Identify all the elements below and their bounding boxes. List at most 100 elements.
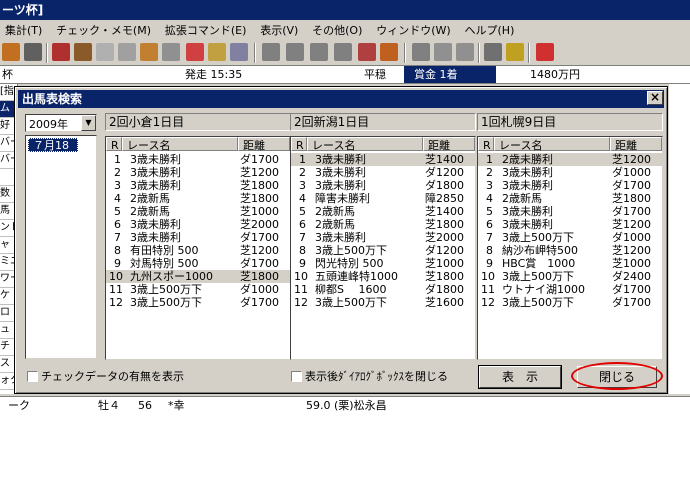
grid-icon[interactable] bbox=[334, 43, 352, 61]
race-row[interactable]: 8 納沙布岬特500 芝1200 bbox=[478, 244, 662, 257]
column-header-name[interactable]: レース名 bbox=[122, 137, 238, 152]
house-icon[interactable] bbox=[96, 43, 114, 61]
display-button[interactable]: 表 示 bbox=[478, 365, 562, 389]
help-icon[interactable] bbox=[536, 43, 554, 61]
column-header-dist[interactable]: 距離 bbox=[610, 137, 662, 152]
grid-icon[interactable] bbox=[262, 43, 280, 61]
race-list[interactable]: R レース名 距離 1 3歳未勝利 ダ1700 2 3歳未勝利 芝1200 3 3歳未勝利 芝1800… bbox=[105, 136, 291, 360]
race-list-header: R レース名 距離 bbox=[478, 137, 662, 152]
house-icon[interactable] bbox=[118, 43, 136, 61]
race-name: 3歳未勝利 bbox=[315, 231, 366, 244]
race-row[interactable]: 10 五頭連峰特1000 芝1800 bbox=[291, 270, 475, 283]
race-row[interactable]: 12 3歳上500万下 ダ1700 bbox=[478, 296, 662, 309]
race-name: 3歳上500万下 bbox=[130, 296, 202, 309]
race-row[interactable]: 6 3歳未勝利 芝1200 bbox=[478, 218, 662, 231]
race-row[interactable]: 1 3歳未勝利 芝1400 bbox=[291, 153, 475, 166]
race-name: 3歳上500万下 bbox=[502, 231, 574, 244]
race-row[interactable]: 2 3歳未勝利 ダ1000 bbox=[478, 166, 662, 179]
entry-row[interactable]: ーク 牡４ 56 *幸 59.0 (栗)松永昌 bbox=[0, 396, 690, 414]
menu-item-help[interactable]: ヘルプ(H) bbox=[460, 21, 520, 40]
race-list[interactable]: R レース名 距離 1 3歳未勝利 芝1400 2 3歳未勝利 ダ1200 3 3歳未勝利 ダ1800… bbox=[290, 136, 476, 360]
scissors-icon[interactable] bbox=[358, 43, 376, 61]
chevron-down-icon[interactable]: ▼ bbox=[81, 115, 96, 131]
column-header-name[interactable]: レース名 bbox=[494, 137, 610, 152]
race-row[interactable]: 1 2歳未勝利 芝1200 bbox=[478, 153, 662, 166]
race-row[interactable]: 2 3歳未勝利 ダ1200 bbox=[291, 166, 475, 179]
race-row[interactable]: 8 3歳上500万下 ダ1200 bbox=[291, 244, 475, 257]
race-row[interactable]: 4 2歳新馬 芝1800 bbox=[478, 192, 662, 205]
race-row[interactable]: 7 3歳未勝利 ダ1700 bbox=[106, 231, 290, 244]
race-row[interactable]: 9 HBC賞 1000 芝1000 bbox=[478, 257, 662, 270]
venue-label: 2回小倉1日目 bbox=[105, 113, 291, 131]
window-icon[interactable] bbox=[412, 43, 430, 61]
race-search-dialog: 出馬表検索 × 2009年 ▼ ７月18日 チェックデータの有無を表示 表示後ﾀ… bbox=[14, 86, 668, 394]
race-row[interactable]: 3 3歳未勝利 芝1800 bbox=[106, 179, 290, 192]
search-icon[interactable] bbox=[230, 43, 248, 61]
race-distance: ダ1700 bbox=[240, 231, 279, 244]
race-row[interactable]: 4 障害未勝利 障2850 bbox=[291, 192, 475, 205]
tool-icon[interactable] bbox=[52, 43, 70, 61]
race-row[interactable]: 8 有田特別 500 芝1200 bbox=[106, 244, 290, 257]
toolbar bbox=[0, 40, 690, 66]
race-row[interactable]: 9 閃光特別 500 芝1000 bbox=[291, 257, 475, 270]
race-name: 閃光特別 500 bbox=[315, 257, 384, 270]
sql-icon[interactable] bbox=[506, 43, 524, 61]
sort-icon[interactable] bbox=[380, 43, 398, 61]
race-row[interactable]: 1 3歳未勝利 ダ1700 bbox=[106, 153, 290, 166]
race-row[interactable]: 3 3歳未勝利 ダ1800 bbox=[291, 179, 475, 192]
year-select[interactable]: 2009年 ▼ bbox=[25, 114, 97, 132]
race-row[interactable]: 5 2歳新馬 芝1000 bbox=[106, 205, 290, 218]
window-icon[interactable] bbox=[434, 43, 452, 61]
menu-item-extended-command[interactable]: 拡張コマンド(E) bbox=[160, 21, 252, 40]
race-distance: ダ1700 bbox=[240, 296, 279, 309]
race-row[interactable]: 4 2歳新馬 芝1800 bbox=[106, 192, 290, 205]
race-row[interactable]: 7 3歳未勝利 芝2000 bbox=[291, 231, 475, 244]
race-row[interactable]: 5 2歳新馬 芝1400 bbox=[291, 205, 475, 218]
wrench-icon[interactable] bbox=[484, 43, 502, 61]
race-row[interactable]: 12 3歳上500万下 芝1600 bbox=[291, 296, 475, 309]
close-icon[interactable]: × bbox=[647, 91, 663, 105]
menu-item-window[interactable]: ウィンドウ(W) bbox=[371, 21, 455, 40]
menu-item-aggregate[interactable]: 集計(T) bbox=[0, 21, 47, 40]
column-header-r[interactable]: R bbox=[106, 137, 122, 152]
column-header-r[interactable]: R bbox=[478, 137, 494, 152]
column-header-name[interactable]: レース名 bbox=[307, 137, 423, 152]
chart-icon[interactable] bbox=[208, 43, 226, 61]
home-icon[interactable] bbox=[2, 43, 20, 61]
race-row[interactable]: 10 九州スポー1000 芝1800 bbox=[106, 270, 290, 283]
race-row[interactable]: 5 3歳未勝利 ダ1700 bbox=[478, 205, 662, 218]
race-distance: 芝1000 bbox=[612, 257, 651, 270]
award-icon[interactable] bbox=[140, 43, 158, 61]
list-icon[interactable] bbox=[456, 43, 474, 61]
column-header-dist[interactable]: 距離 bbox=[238, 137, 290, 152]
check-data-checkbox[interactable] bbox=[27, 371, 38, 382]
grid-icon[interactable] bbox=[286, 43, 304, 61]
column-header-r[interactable]: R bbox=[291, 137, 307, 152]
race-row[interactable]: 11 ウトナイ湖1000 ダ1700 bbox=[478, 283, 662, 296]
menu-item-view[interactable]: 表示(V) bbox=[255, 21, 303, 40]
race-list[interactable]: R レース名 距離 1 2歳未勝利 芝1200 2 3歳未勝利 ダ1000 3 3歳未勝利 ダ1700… bbox=[477, 136, 663, 360]
race-row[interactable]: 7 3歳上500万下 ダ1000 bbox=[478, 231, 662, 244]
race-name: 3歳上500万下 bbox=[315, 244, 387, 257]
flag-icon[interactable] bbox=[186, 43, 204, 61]
race-row[interactable]: 10 3歳上500万下 ダ2400 bbox=[478, 270, 662, 283]
menu-item-other[interactable]: その他(O) bbox=[307, 21, 367, 40]
close-after-display-checkbox[interactable] bbox=[291, 371, 302, 382]
document-icon[interactable] bbox=[162, 43, 180, 61]
horse-icon[interactable] bbox=[74, 43, 92, 61]
date-item[interactable]: ７月18日 bbox=[28, 138, 78, 166]
race-name: 3歳上500万下 bbox=[315, 296, 387, 309]
race-row[interactable]: 2 3歳未勝利 芝1200 bbox=[106, 166, 290, 179]
column-header-dist[interactable]: 距離 bbox=[423, 137, 475, 152]
race-row[interactable]: 11 柳都S 1600 ダ1800 bbox=[291, 283, 475, 296]
grid-icon[interactable] bbox=[310, 43, 328, 61]
race-row[interactable]: 12 3歳上500万下 ダ1700 bbox=[106, 296, 290, 309]
race-row[interactable]: 3 3歳未勝利 ダ1700 bbox=[478, 179, 662, 192]
race-row[interactable]: 6 2歳新馬 芝1800 bbox=[291, 218, 475, 231]
menu-item-check-memo[interactable]: チェック・メモ(M) bbox=[51, 21, 156, 40]
race-row[interactable]: 9 対馬特別 500 ダ1700 bbox=[106, 257, 290, 270]
date-list[interactable]: ７月18日 bbox=[25, 135, 97, 359]
race-row[interactable]: 11 3歳上500万下 ダ1000 bbox=[106, 283, 290, 296]
printer-icon[interactable] bbox=[24, 43, 42, 61]
race-row[interactable]: 6 3歳未勝利 芝2000 bbox=[106, 218, 290, 231]
